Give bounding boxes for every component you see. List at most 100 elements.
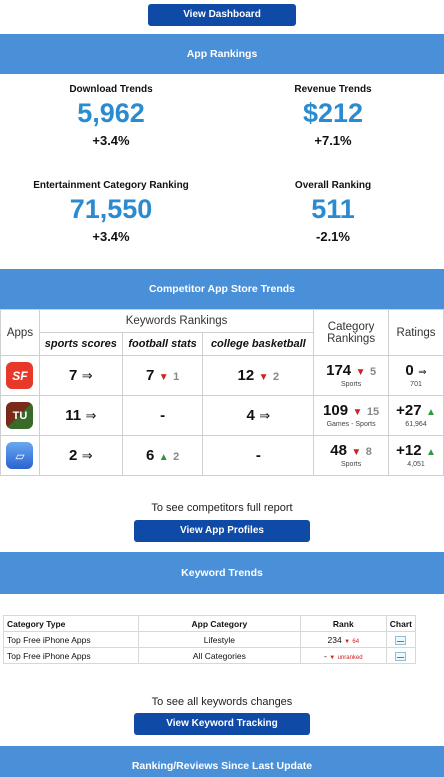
down-arrow-icon: ▼ bbox=[351, 447, 362, 458]
up-arrow-icon: ▲ bbox=[426, 447, 436, 458]
view-keyword-tracking-button[interactable]: View Keyword Tracking bbox=[134, 713, 310, 735]
apps-column-header: Apps bbox=[0, 309, 40, 356]
keyword-college-basketball: college basketball bbox=[202, 332, 315, 356]
category-name: Games - Sports bbox=[326, 421, 376, 428]
column-header: Category Type bbox=[3, 615, 139, 632]
unchanged-arrow-icon: ⇒ bbox=[418, 367, 427, 378]
metric-value: 5,962 bbox=[77, 98, 145, 128]
rating-change: +12 bbox=[396, 442, 422, 459]
table-row: Top Free iPhone Apps All Categories - ▼ … bbox=[3, 647, 417, 664]
metric-value: 71,550 bbox=[69, 194, 153, 224]
keyword-sports-scores: sports scores bbox=[38, 332, 123, 356]
unchanged-arrow-icon: ⇒ bbox=[85, 407, 97, 423]
column-header: App Category bbox=[137, 615, 301, 632]
category-rankings-header: Category Rankings bbox=[313, 309, 390, 356]
table-row: TU 11 ⇒ - 4 ⇒ 109 ▼ 15 Games - Sports +27… bbox=[0, 395, 444, 436]
rank-delta: unranked bbox=[337, 654, 363, 661]
app-icon[interactable]: TU bbox=[6, 402, 34, 429]
column-header: Rank bbox=[299, 615, 387, 632]
category-name: Sports bbox=[340, 381, 362, 388]
rank-value: - bbox=[255, 446, 261, 464]
category-rank: 109 bbox=[323, 402, 349, 419]
competitor-table: Apps Keywords Rankings Category Rankings… bbox=[0, 309, 444, 476]
app-rankings-header: App Rankings bbox=[0, 34, 444, 74]
rating-change: 0 bbox=[405, 362, 414, 379]
rank-value: 6 bbox=[145, 446, 155, 464]
metric-change: +7.1% bbox=[314, 133, 352, 148]
rank-value: - bbox=[160, 406, 166, 424]
column-header: Chart bbox=[385, 615, 417, 632]
rank-delta: 5 bbox=[369, 366, 377, 378]
view-app-profiles-button[interactable]: View App Profiles bbox=[134, 520, 310, 542]
metric-change: -2.1% bbox=[316, 229, 350, 244]
rank-value: 12 bbox=[237, 366, 255, 384]
app-cell[interactable]: SF bbox=[0, 355, 40, 396]
category-type: Top Free iPhone Apps bbox=[3, 631, 139, 648]
rank-value: 2 bbox=[68, 446, 78, 464]
overall-ranking: Overall Ranking 511 -2.1% bbox=[222, 180, 444, 244]
down-arrow-icon: ▼ bbox=[329, 654, 336, 661]
metric-label: Overall Ranking bbox=[294, 180, 372, 191]
table-row: SF 7 ⇒ 7 ▼ 1 12 ▼ 2 174 ▼ 5 Sports 0 ⇒ 701 bbox=[0, 355, 444, 396]
view-dashboard-button[interactable]: View Dashboard bbox=[148, 4, 296, 26]
download-trends: Download Trends 5,962 +3.4% bbox=[0, 84, 222, 148]
rating-count: 61,964 bbox=[405, 421, 427, 428]
rank-value: 4 bbox=[246, 406, 255, 424]
metric-change: +3.4% bbox=[92, 229, 130, 244]
keyword-trends-table: Category Type App Category Rank Chart To… bbox=[3, 615, 417, 664]
chart-cell[interactable] bbox=[385, 631, 417, 648]
chart-icon[interactable] bbox=[395, 635, 407, 645]
category-type: Top Free iPhone Apps bbox=[3, 647, 139, 664]
revenue-trends: Revenue Trends $212 +7.1% bbox=[222, 84, 444, 148]
category-name: Sports bbox=[340, 461, 362, 468]
ranking-reviews-header: Ranking/Reviews Since Last Update bbox=[0, 746, 444, 777]
rank-value: 234 bbox=[327, 634, 342, 645]
down-arrow-icon: ▼ bbox=[352, 407, 363, 418]
competitor-note: To see competitors full report bbox=[151, 502, 293, 514]
rank-delta: 2 bbox=[173, 450, 180, 463]
rank-value: 7 bbox=[68, 366, 78, 384]
up-arrow-icon: ▲ bbox=[158, 451, 169, 463]
unchanged-arrow-icon: ⇒ bbox=[81, 367, 93, 383]
app-category: Lifestyle bbox=[137, 631, 301, 648]
down-arrow-icon: ▼ bbox=[355, 367, 366, 378]
entertainment-ranking: Entertainment Category Ranking 71,550 +3… bbox=[0, 180, 222, 244]
table-row: ▱ 2 ⇒ 6 ▲ 2 - 48 ▼ 8 Sports +12 ▲ 4,051 bbox=[0, 435, 444, 476]
chart-icon[interactable] bbox=[395, 651, 407, 661]
rating-count: 701 bbox=[410, 381, 422, 388]
app-icon[interactable]: ▱ bbox=[6, 442, 34, 469]
competitor-header: Competitor App Store Trends bbox=[0, 269, 444, 309]
app-cell[interactable]: ▱ bbox=[0, 435, 40, 476]
category-rank: 48 bbox=[330, 442, 347, 459]
category-rank: 174 bbox=[326, 362, 352, 379]
ratings-header: Ratings bbox=[388, 309, 444, 356]
rank-cell: - ▼ unranked bbox=[299, 647, 387, 664]
metric-value: 511 bbox=[311, 194, 355, 224]
app-icon[interactable]: SF bbox=[6, 362, 34, 389]
rank-cell: 234 ▼ 64 bbox=[299, 631, 387, 648]
rank-delta: 1 bbox=[173, 370, 180, 383]
rank-delta: 8 bbox=[365, 446, 372, 458]
rank-value: 7 bbox=[145, 366, 155, 384]
table-row: Top Free iPhone Apps Lifestyle 234 ▼ 64 bbox=[3, 631, 417, 648]
app-category: All Categories bbox=[137, 647, 301, 664]
up-arrow-icon: ▲ bbox=[426, 407, 436, 418]
app-cell[interactable]: TU bbox=[0, 395, 40, 436]
unchanged-arrow-icon: ⇒ bbox=[259, 407, 271, 423]
rank-delta: 64 bbox=[352, 638, 360, 645]
rating-change: +27 bbox=[396, 402, 422, 419]
metric-change: +3.4% bbox=[92, 133, 130, 148]
rank-delta: 2 bbox=[273, 370, 280, 383]
chart-cell[interactable] bbox=[385, 647, 417, 664]
keyword-football-stats: football stats bbox=[121, 332, 204, 356]
rank-value: - bbox=[324, 650, 327, 661]
keywords-rankings-header: Keywords Rankings bbox=[38, 309, 315, 333]
keyword-trends-header: Keyword Trends bbox=[0, 552, 444, 594]
metric-label: Revenue Trends bbox=[294, 84, 372, 95]
rating-count: 4,051 bbox=[407, 461, 425, 468]
keywords-note: To see all keywords changes bbox=[151, 696, 293, 708]
down-arrow-icon: ▼ bbox=[258, 371, 269, 383]
unchanged-arrow-icon: ⇒ bbox=[81, 447, 93, 463]
down-arrow-icon: ▼ bbox=[344, 638, 351, 645]
metric-label: Entertainment Category Ranking bbox=[33, 180, 189, 191]
